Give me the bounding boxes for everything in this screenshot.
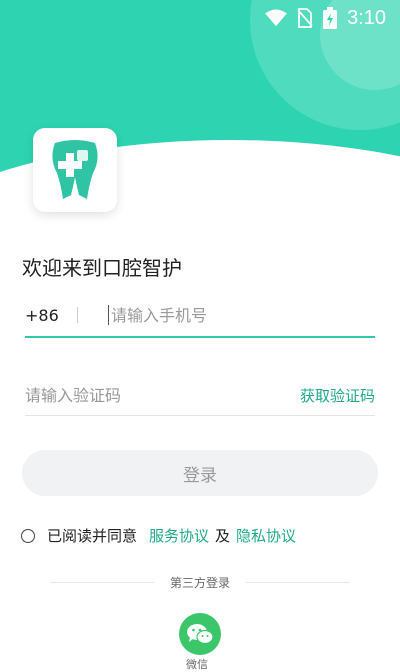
third-party-title: 第三方登录 — [170, 576, 231, 590]
no-sim-icon — [297, 8, 313, 28]
agreement-and: 及 — [215, 527, 231, 545]
country-code[interactable]: +86 — [25, 306, 77, 325]
privacy-agreement-link[interactable]: 隐私协议 — [236, 525, 296, 546]
app-logo — [33, 128, 117, 212]
tooth-logo-icon — [52, 140, 98, 199]
wechat-login-button[interactable] — [179, 613, 221, 655]
battery-icon — [323, 7, 338, 29]
welcome-title: 欢迎来到口腔智护 — [22, 256, 182, 280]
status-bar: 3:10 — [0, 0, 400, 36]
third-party-divider: 第三方登录 — [50, 574, 351, 591]
radio-unchecked-icon[interactable] — [21, 528, 35, 543]
divider — [77, 307, 78, 323]
agreement-row: 已阅读并同意 服务协议 及 隐私协议 — [21, 525, 296, 546]
service-agreement-link[interactable]: 服务协议 — [149, 525, 209, 546]
wifi-icon — [265, 9, 287, 27]
phone-field: +86 — [25, 294, 375, 338]
text-caret — [108, 305, 109, 325]
login-button[interactable]: 登录 — [22, 450, 378, 496]
divider-line — [50, 582, 154, 583]
agreement-prefix: 已阅读并同意 — [47, 527, 138, 545]
phone-input[interactable] — [111, 305, 331, 325]
get-code-button[interactable]: 获取验证码 — [300, 385, 375, 406]
wechat-label: 微信 — [186, 658, 208, 671]
wechat-icon — [187, 624, 214, 645]
status-time: 3:10 — [347, 6, 386, 29]
code-input[interactable] — [25, 385, 245, 405]
code-field: 获取验证码 — [25, 375, 375, 416]
divider-line — [246, 582, 351, 583]
